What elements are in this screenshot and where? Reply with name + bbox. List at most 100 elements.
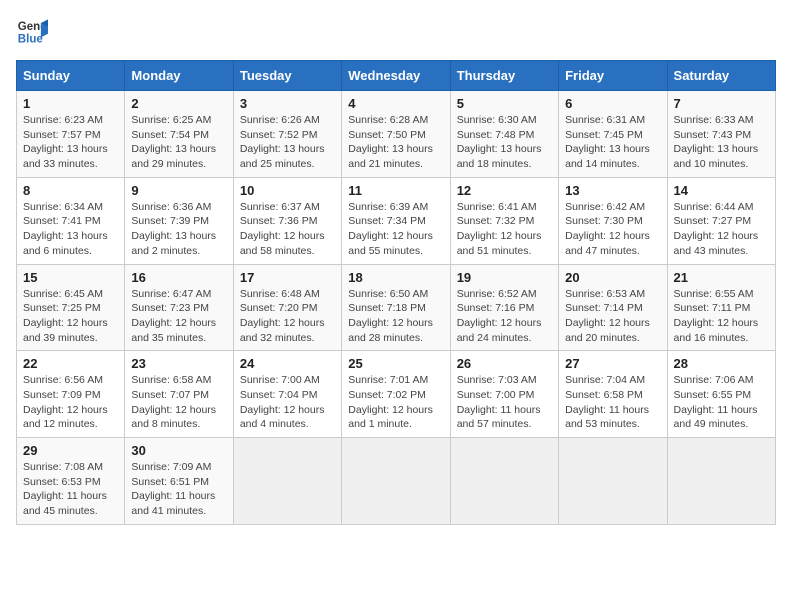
calendar-row: 1 Sunrise: 6:23 AMSunset: 7:57 PMDaylight… <box>17 91 776 178</box>
day-detail: Sunrise: 6:26 AMSunset: 7:52 PMDaylight:… <box>240 113 335 172</box>
day-number: 25 <box>348 356 443 371</box>
calendar-cell <box>667 438 775 525</box>
calendar-cell: 23 Sunrise: 6:58 AMSunset: 7:07 PMDayligh… <box>125 351 233 438</box>
col-header-thursday: Thursday <box>450 61 558 91</box>
day-number: 19 <box>457 270 552 285</box>
calendar-cell: 27 Sunrise: 7:04 AMSunset: 6:58 PMDayligh… <box>559 351 667 438</box>
day-detail: Sunrise: 6:33 AMSunset: 7:43 PMDaylight:… <box>674 113 769 172</box>
calendar-cell: 20 Sunrise: 6:53 AMSunset: 7:14 PMDayligh… <box>559 264 667 351</box>
calendar-row: 29 Sunrise: 7:08 AMSunset: 6:53 PMDayligh… <box>17 438 776 525</box>
calendar-cell: 12Sunrise: 6:41 AMSunset: 7:32 PMDayligh… <box>450 177 558 264</box>
day-detail: Sunrise: 6:56 AMSunset: 7:09 PMDaylight:… <box>23 373 118 432</box>
calendar-cell: 7Sunrise: 6:33 AMSunset: 7:43 PMDaylight… <box>667 91 775 178</box>
calendar-cell: 24 Sunrise: 7:00 AMSunset: 7:04 PMDayligh… <box>233 351 341 438</box>
calendar-cell: 8 Sunrise: 6:34 AMSunset: 7:41 PMDaylight… <box>17 177 125 264</box>
calendar-cell: 13 Sunrise: 6:42 AMSunset: 7:30 PMDayligh… <box>559 177 667 264</box>
svg-text:Blue: Blue <box>18 34 44 46</box>
day-detail: Sunrise: 6:37 AMSunset: 7:36 PMDaylight:… <box>240 200 335 259</box>
day-number: 16 <box>131 270 226 285</box>
day-number: 17 <box>240 270 335 285</box>
calendar-cell: 5 Sunrise: 6:30 AMSunset: 7:48 PMDaylight… <box>450 91 558 178</box>
day-detail: Sunrise: 7:00 AMSunset: 7:04 PMDaylight:… <box>240 373 335 432</box>
day-detail: Sunrise: 6:44 AMSunset: 7:27 PMDaylight:… <box>674 200 769 259</box>
day-detail: Sunrise: 6:31 AMSunset: 7:45 PMDaylight:… <box>565 113 660 172</box>
calendar-cell: 18 Sunrise: 6:50 AMSunset: 7:18 PMDayligh… <box>342 264 450 351</box>
day-detail: Sunrise: 7:08 AMSunset: 6:53 PMDaylight:… <box>23 460 118 519</box>
day-number: 13 <box>565 183 660 198</box>
calendar-cell: 10 Sunrise: 6:37 AMSunset: 7:36 PMDayligh… <box>233 177 341 264</box>
day-number: 8 <box>23 183 118 198</box>
day-detail: Sunrise: 6:28 AMSunset: 7:50 PMDaylight:… <box>348 113 443 172</box>
day-number: 26 <box>457 356 552 371</box>
col-header-friday: Friday <box>559 61 667 91</box>
day-number: 6 <box>565 96 660 111</box>
calendar-row: 22Sunrise: 6:56 AMSunset: 7:09 PMDayligh… <box>17 351 776 438</box>
calendar-cell: 14 Sunrise: 6:44 AMSunset: 7:27 PMDayligh… <box>667 177 775 264</box>
calendar-cell: 28 Sunrise: 7:06 AMSunset: 6:55 PMDayligh… <box>667 351 775 438</box>
col-header-saturday: Saturday <box>667 61 775 91</box>
day-detail: Sunrise: 7:09 AMSunset: 6:51 PMDaylight:… <box>131 460 226 519</box>
day-detail: Sunrise: 6:55 AMSunset: 7:11 PMDaylight:… <box>674 287 769 346</box>
day-number: 10 <box>240 183 335 198</box>
day-number: 12 <box>457 183 552 198</box>
day-detail: Sunrise: 6:30 AMSunset: 7:48 PMDaylight:… <box>457 113 552 172</box>
col-header-tuesday: Tuesday <box>233 61 341 91</box>
day-number: 11 <box>348 183 443 198</box>
calendar-row: 8 Sunrise: 6:34 AMSunset: 7:41 PMDaylight… <box>17 177 776 264</box>
page-header: General Blue <box>16 16 776 48</box>
day-number: 27 <box>565 356 660 371</box>
calendar-cell: 26 Sunrise: 7:03 AMSunset: 7:00 PMDayligh… <box>450 351 558 438</box>
col-header-sunday: Sunday <box>17 61 125 91</box>
day-number: 20 <box>565 270 660 285</box>
calendar-cell: 6 Sunrise: 6:31 AMSunset: 7:45 PMDaylight… <box>559 91 667 178</box>
calendar-cell: 17Sunrise: 6:48 AMSunset: 7:20 PMDayligh… <box>233 264 341 351</box>
day-number: 24 <box>240 356 335 371</box>
calendar-cell: 29 Sunrise: 7:08 AMSunset: 6:53 PMDayligh… <box>17 438 125 525</box>
day-number: 30 <box>131 443 226 458</box>
calendar-cell: 21 Sunrise: 6:55 AMSunset: 7:11 PMDayligh… <box>667 264 775 351</box>
calendar-cell: 11 Sunrise: 6:39 AMSunset: 7:34 PMDayligh… <box>342 177 450 264</box>
calendar-cell <box>342 438 450 525</box>
logo: General Blue <box>16 16 48 48</box>
day-number: 4 <box>348 96 443 111</box>
day-detail: Sunrise: 6:58 AMSunset: 7:07 PMDaylight:… <box>131 373 226 432</box>
day-number: 5 <box>457 96 552 111</box>
day-detail: Sunrise: 7:03 AMSunset: 7:00 PMDaylight:… <box>457 373 552 432</box>
day-detail: Sunrise: 6:42 AMSunset: 7:30 PMDaylight:… <box>565 200 660 259</box>
day-number: 18 <box>348 270 443 285</box>
day-number: 29 <box>23 443 118 458</box>
col-header-monday: Monday <box>125 61 233 91</box>
calendar-cell <box>233 438 341 525</box>
day-number: 23 <box>131 356 226 371</box>
day-number: 2 <box>131 96 226 111</box>
day-detail: Sunrise: 6:53 AMSunset: 7:14 PMDaylight:… <box>565 287 660 346</box>
day-detail: Sunrise: 6:23 AMSunset: 7:57 PMDaylight:… <box>23 113 118 172</box>
calendar-cell <box>559 438 667 525</box>
day-number: 9 <box>131 183 226 198</box>
day-detail: Sunrise: 7:06 AMSunset: 6:55 PMDaylight:… <box>674 373 769 432</box>
day-detail: Sunrise: 6:34 AMSunset: 7:41 PMDaylight:… <box>23 200 118 259</box>
day-detail: Sunrise: 6:36 AMSunset: 7:39 PMDaylight:… <box>131 200 226 259</box>
day-detail: Sunrise: 7:04 AMSunset: 6:58 PMDaylight:… <box>565 373 660 432</box>
calendar-cell: 4 Sunrise: 6:28 AMSunset: 7:50 PMDaylight… <box>342 91 450 178</box>
day-detail: Sunrise: 6:39 AMSunset: 7:34 PMDaylight:… <box>348 200 443 259</box>
day-number: 21 <box>674 270 769 285</box>
calendar-row: 15Sunrise: 6:45 AMSunset: 7:25 PMDayligh… <box>17 264 776 351</box>
day-number: 3 <box>240 96 335 111</box>
day-detail: Sunrise: 6:47 AMSunset: 7:23 PMDaylight:… <box>131 287 226 346</box>
calendar-cell: 2 Sunrise: 6:25 AMSunset: 7:54 PMDaylight… <box>125 91 233 178</box>
calendar-cell: 30 Sunrise: 7:09 AMSunset: 6:51 PMDayligh… <box>125 438 233 525</box>
logo-icon: General Blue <box>16 16 48 48</box>
day-detail: Sunrise: 6:25 AMSunset: 7:54 PMDaylight:… <box>131 113 226 172</box>
day-detail: Sunrise: 6:50 AMSunset: 7:18 PMDaylight:… <box>348 287 443 346</box>
day-number: 14 <box>674 183 769 198</box>
calendar-cell: 15Sunrise: 6:45 AMSunset: 7:25 PMDayligh… <box>17 264 125 351</box>
calendar-table: SundayMondayTuesdayWednesdayThursdayFrid… <box>16 60 776 525</box>
calendar-cell: 19Sunrise: 6:52 AMSunset: 7:16 PMDayligh… <box>450 264 558 351</box>
day-number: 28 <box>674 356 769 371</box>
day-number: 1 <box>23 96 118 111</box>
calendar-cell: 9 Sunrise: 6:36 AMSunset: 7:39 PMDaylight… <box>125 177 233 264</box>
calendar-cell: 16 Sunrise: 6:47 AMSunset: 7:23 PMDayligh… <box>125 264 233 351</box>
calendar-cell <box>450 438 558 525</box>
day-number: 15 <box>23 270 118 285</box>
